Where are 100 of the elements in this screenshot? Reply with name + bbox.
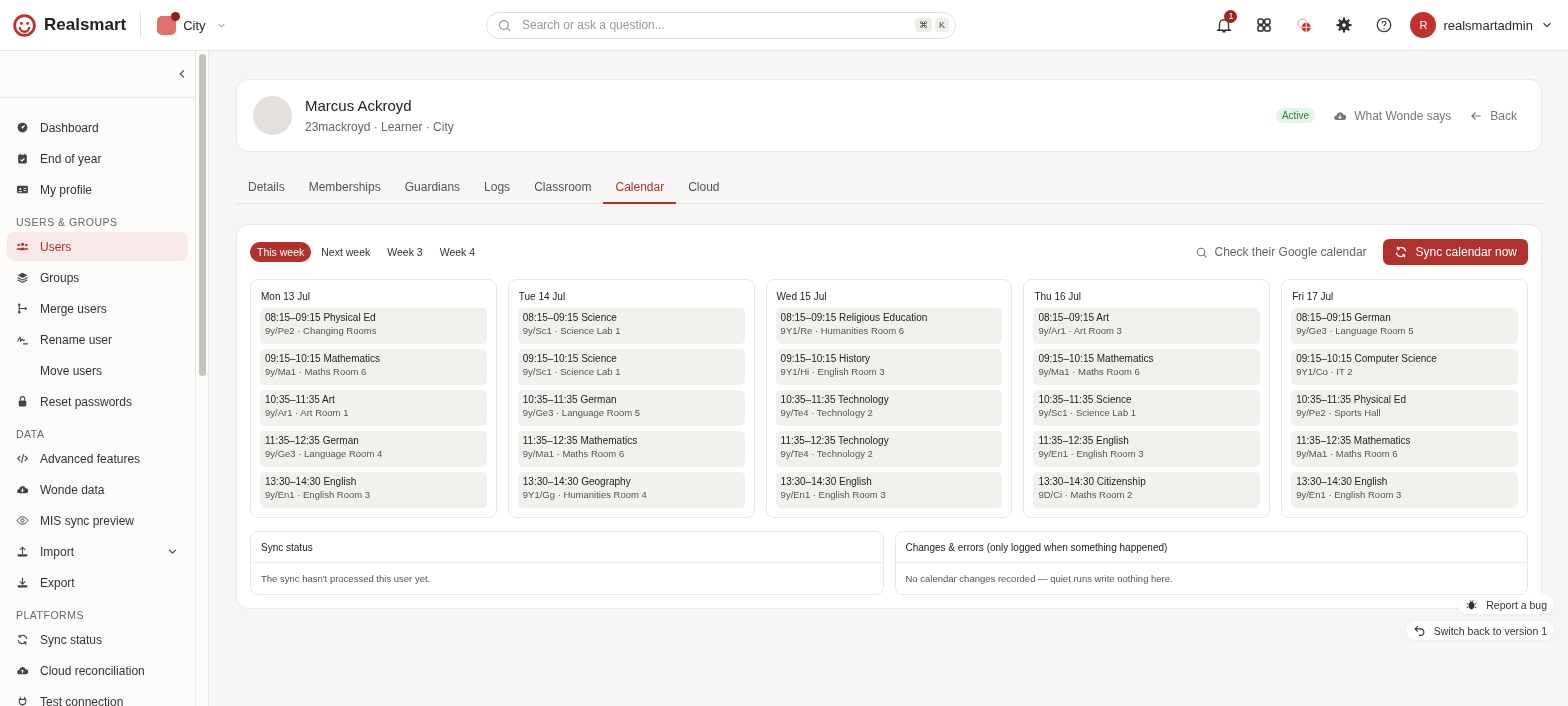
week-pill[interactable]: Next week [314,242,378,262]
calendar-event[interactable]: 08:15–09:15 Religious Education 9Y1/Re · Humanities Room 6 [775,308,1003,344]
grid-icon [1255,16,1274,34]
event-title: 13:30–14:30 English [265,476,358,487]
calendar-event[interactable]: 13:30–14:30 English 9y/En1 · English Room 3 [775,472,1003,508]
event-detail: 9y/Ar1 · Art Room 3 [1038,325,1123,336]
calendar-event[interactable]: 13:30–14:30 Geography 9Y1/Gg · Humanities Room 4 [517,472,745,508]
wonde-button[interactable]: What Wonde says [1333,108,1452,123]
switch-version-button[interactable]: Switch back to version 1 [1405,621,1554,640]
event-title: 08:15–09:15 German [1296,312,1392,323]
week-pill[interactable]: This week [250,242,312,262]
school-switcher[interactable]: City [157,15,227,35]
calendar-event[interactable]: 11:35–12:35 Technology 9y/Te4 · Technology 2 [775,431,1003,467]
sidebar-item[interactable]: End of year [7,144,188,173]
bug-icon [1465,598,1479,611]
code-icon [16,452,29,465]
panel-text: No calendar changes recorded — quiet runs write nothing here. [904,572,1174,586]
calendar-event[interactable]: 13:30–14:30 English 9y/En1 · English Room 3 [1291,472,1518,508]
calendar-event[interactable]: 08:15–09:15 Science 9y/Sc1 · Science Lab 1 [517,308,745,344]
sidebar-item[interactable]: Dashboard [7,113,188,142]
event-title: 09:15–10:15 Computer Science [1296,353,1438,364]
panel-title: Sync status [251,532,883,563]
calendar-event[interactable]: 10:35–11:35 Science 9y/Sc1 · Science Lab 1 [1033,390,1261,426]
sidebar-item[interactable]: Groups [7,263,188,292]
notifications-button[interactable]: 1 [1206,9,1243,41]
calendar-event[interactable]: 08:15–09:15 Physical Ed 9y/Pe2 · Changing Rooms [260,308,487,344]
event-detail: 9y/Pe2 · Sports Hall [1296,407,1382,418]
upload-icon [16,545,29,558]
week-pill[interactable]: Week 4 [432,242,483,262]
calendar-event[interactable]: 11:35–12:35 Mathematics 9y/Ma1 · Maths Room 6 [517,431,745,467]
sync-calendar-button[interactable]: Sync calendar now [1382,239,1528,265]
calendar-event[interactable]: 08:15–09:15 German 9y/Ge3 · Language Room 5 [1291,308,1518,344]
day-heading: Mon 13 Jul [261,291,311,302]
tab[interactable]: Memberships [296,171,393,204]
report-bug-button[interactable]: Report a bug [1458,595,1554,614]
smiley-logo-icon [12,12,37,38]
event-detail: 9y/Ar1 · Art Room 1 [265,407,350,418]
calendar-event[interactable]: 13:30–14:30 Citizenship 9D/Ci · Maths Room 2 [1033,472,1261,508]
event-detail: 9y/En1 · English Room 3 [265,489,372,500]
user-menu[interactable]: R realsmartadmin [1410,12,1554,38]
event-detail: 9y/Ge3 · Language Room 4 [265,448,384,459]
google-calendar-link[interactable]: Check their Google calendar [1194,245,1367,259]
sidebar-item[interactable]: Wonde data [7,475,188,504]
sidebar-item[interactable]: Advanced features [7,444,188,473]
cloud-download-icon [16,483,29,496]
tab[interactable]: Logs [472,171,523,204]
sidebar-item[interactable]: Cloud reconciliation [7,656,188,685]
tab[interactable]: Calendar [603,171,677,204]
profile-name: Marcus Ackroyd [305,97,413,114]
tab[interactable]: Guardians [392,171,473,204]
calendar-event[interactable]: 09:15–10:15 Science 9y/Sc1 · Science Lab 1 [517,349,745,385]
sidebar-item[interactable]: Export [7,568,188,597]
sidebar-item[interactable]: MIS sync preview [7,506,188,535]
user-avatar: R [1410,12,1437,38]
tab[interactable]: Classroom [522,171,604,204]
eye-icon [16,514,29,527]
calendar-event[interactable]: 13:30–14:30 English 9y/En1 · English Room 3 [260,472,487,508]
keyboard-key: ⌘ [915,18,932,32]
calendar-event[interactable]: 09:15–10:15 History 9Y1/Hi · English Room 3 [775,349,1003,385]
download-icon [16,576,29,589]
tab[interactable]: Details [236,171,297,204]
calendar-event[interactable]: 10:35–11:35 German 9y/Ge3 · Language Room 5 [517,390,745,426]
calendar-event[interactable]: 09:15–10:15 Mathematics 9y/Ma1 · Maths Room 6 [1033,349,1261,385]
calendar-event[interactable]: 10:35–11:35 Physical Ed 9y/Pe2 · Sports Hall [1291,390,1518,426]
scrollbar-thumb[interactable] [199,54,206,376]
sidebar-item[interactable]: My profile [7,175,188,204]
sidebar-item[interactable]: Test connection [7,687,188,706]
event-detail: 9Y1/Hi · English Room 3 [780,366,886,377]
sidebar-item[interactable]: Users [7,232,188,261]
calendar-check-icon [16,152,29,165]
sidebar-item[interactable]: Rename user [7,325,188,354]
calendar-event[interactable]: 09:15–10:15 Mathematics 9y/Ma1 · Maths Room 6 [260,349,487,385]
sidebar-item[interactable]: Merge users [7,294,188,323]
event-title: 09:15–10:15 Mathematics [1038,353,1155,364]
calendar-event[interactable]: 11:35–12:35 German 9y/Ge3 · Language Room 4 [260,431,487,467]
section-heading: USERS & GROUPS [15,215,119,230]
event-title: 11:35–12:35 Mathematics [522,435,639,446]
event-detail: 9y/En1 · English Room 3 [1296,489,1403,500]
profile-meta: 23mackroyd · Learner · City [305,120,454,134]
sidebar-item[interactable]: Import [7,537,188,566]
globe-icon [1295,16,1314,34]
calendar-event[interactable]: 09:15–10:15 Computer Science 9Y1/Co · IT 2 [1291,349,1518,385]
sidebar-item[interactable]: Reset passwords [7,387,188,416]
event-detail: 9Y1/Re · Humanities Room 6 [780,325,906,336]
notification-count: 1 [1224,10,1238,23]
calendar-event[interactable]: 11:35–12:35 English 9y/En1 · English Room 3 [1033,431,1261,467]
back-button[interactable]: Back [1469,108,1517,123]
settings-icon [1335,16,1354,34]
event-detail: 9y/En1 · English Room 3 [780,489,887,500]
sidebar-item[interactable]: Move users [7,356,188,385]
search-input[interactable]: Search or ask a question... [520,17,907,33]
sidebar-item[interactable]: Sync status [7,625,188,654]
week-pill[interactable]: Week 3 [380,242,430,262]
calendar-event[interactable]: 08:15–09:15 Art 9y/Ar1 · Art Room 3 [1033,308,1261,344]
calendar-event[interactable]: 10:35–11:35 Art 9y/Ar1 · Art Room 1 [260,390,487,426]
day-heading: Thu 16 Jul [1034,291,1083,302]
event-detail: 9y/Sc1 · Science Lab 1 [522,325,622,336]
calendar-event[interactable]: 10:35–11:35 Technology 9y/Te4 · Technology 2 [775,390,1003,426]
calendar-event[interactable]: 11:35–12:35 Mathematics 9y/Ma1 · Maths Room 6 [1291,431,1518,467]
tab[interactable]: Cloud [676,171,732,204]
